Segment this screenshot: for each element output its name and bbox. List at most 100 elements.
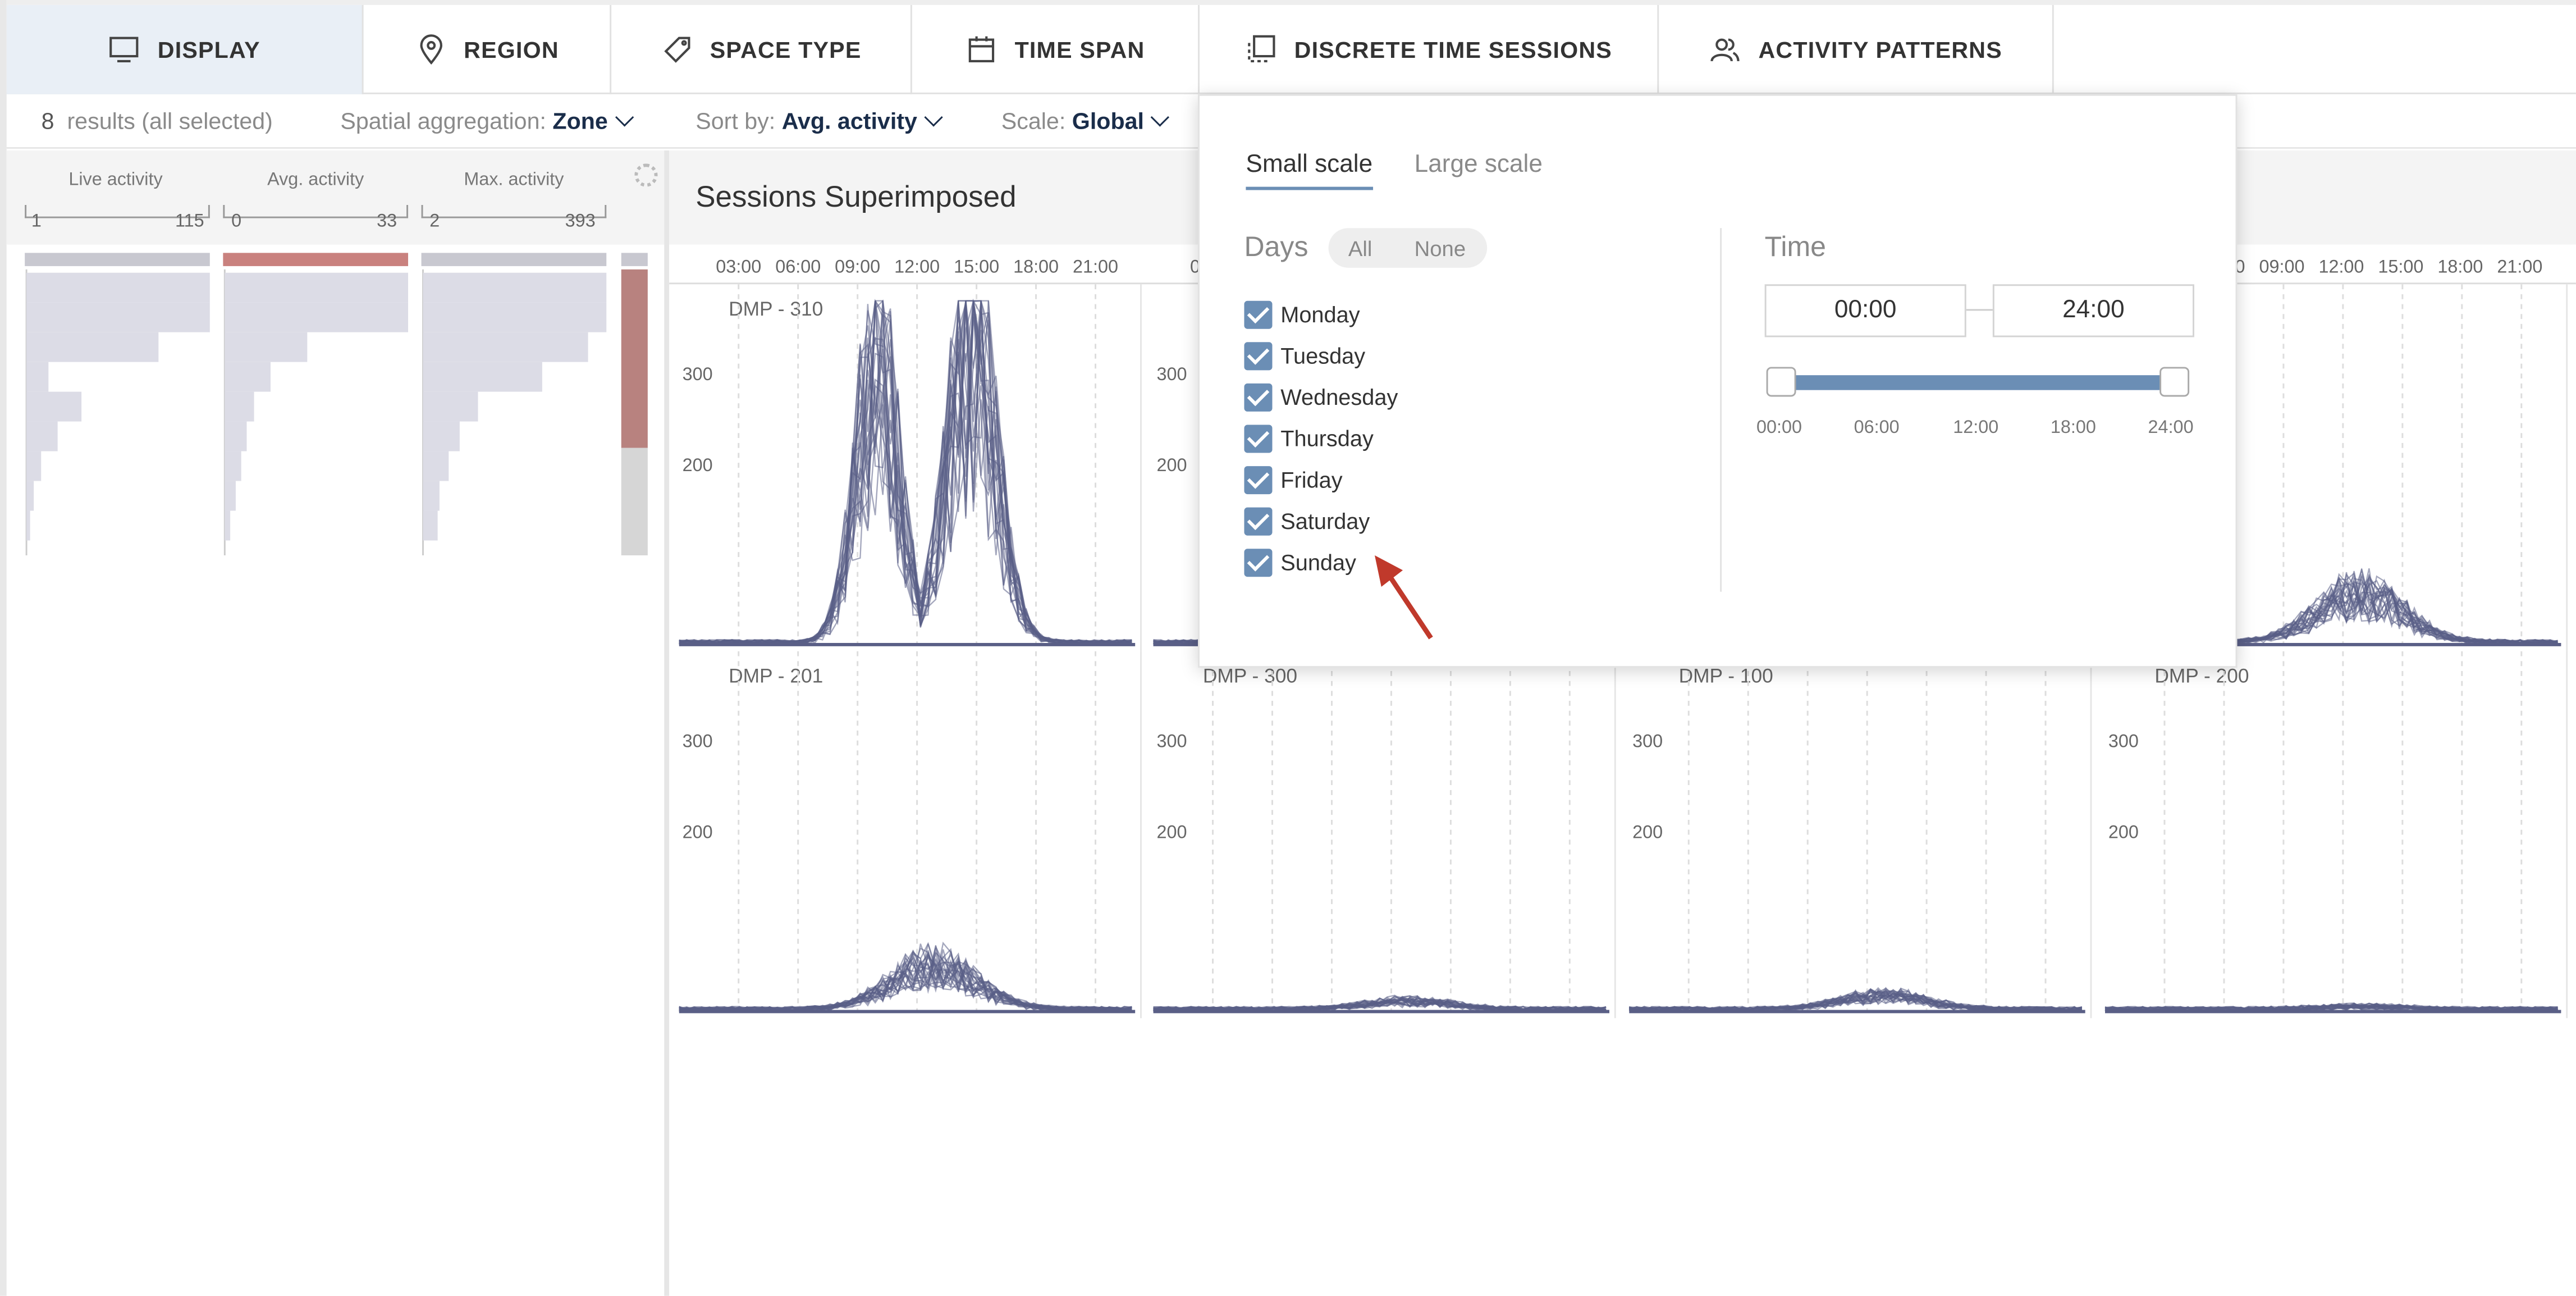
session-line bbox=[679, 299, 1132, 645]
session-line bbox=[679, 300, 1132, 646]
tab-time-span[interactable]: TIME SPAN bbox=[912, 4, 1200, 94]
spatial-aggregation-dropdown[interactable]: Spatial aggregation: Zone bbox=[340, 107, 634, 134]
tab-activity-patterns[interactable]: ACTIVITY PATTERNS bbox=[1659, 4, 2054, 94]
sort-value: Avg. activity bbox=[781, 107, 917, 134]
session-plot[interactable]: DMP - 100 300 200 bbox=[1619, 651, 2092, 1019]
scale-value: Global bbox=[1072, 107, 1145, 134]
checkbox-checked[interactable] bbox=[1244, 300, 1273, 329]
results-count: 8 bbox=[41, 107, 54, 134]
time-tick-label: 03:00 bbox=[716, 257, 761, 277]
ruler-max: 33 bbox=[377, 211, 397, 232]
tab-label: ACTIVITY PATTERNS bbox=[1758, 36, 2002, 63]
y-tick-label: 300 bbox=[683, 364, 713, 384]
spatial-value: Zone bbox=[552, 107, 608, 134]
time-tick-label: 09:00 bbox=[2259, 257, 2304, 277]
plot-canvas: 300 200 bbox=[679, 651, 1136, 1014]
y-tick-label: 300 bbox=[1156, 364, 1187, 384]
session-line bbox=[679, 300, 1132, 646]
checkbox-checked[interactable] bbox=[1244, 383, 1273, 412]
ruler-max: 393 bbox=[565, 211, 596, 232]
day-label: Thursday bbox=[1280, 426, 1374, 451]
y-tick-label: 200 bbox=[683, 822, 713, 842]
left-edge bbox=[0, 0, 7, 1296]
checkbox-checked[interactable] bbox=[1244, 466, 1273, 495]
day-checkbox-monday[interactable]: Monday bbox=[1244, 300, 1360, 329]
time-tick-label: 12:00 bbox=[2318, 257, 2364, 277]
tab-region[interactable]: REGION bbox=[364, 4, 612, 94]
column-title: Max. activity bbox=[464, 170, 564, 190]
day-checkbox-tuesday[interactable]: Tuesday bbox=[1244, 342, 1365, 371]
day-label: Sunday bbox=[1280, 550, 1357, 576]
plot-canvas: 300 200 bbox=[1153, 651, 1609, 1014]
ruler-min: 2 bbox=[429, 211, 440, 232]
select-all-button[interactable]: All bbox=[1348, 236, 1372, 261]
users-icon bbox=[1711, 38, 1740, 62]
histogram-bar bbox=[26, 272, 210, 303]
day-checkbox-saturday[interactable]: Saturday bbox=[1244, 507, 1370, 536]
day-checkbox-wednesday[interactable]: Wednesday bbox=[1244, 383, 1398, 412]
end-time-input[interactable]: 24:00 bbox=[1992, 284, 2194, 337]
slider-handle-start[interactable] bbox=[1766, 367, 1796, 397]
tab-discrete-time-sessions[interactable]: DISCRETE TIME SESSIONS bbox=[1200, 4, 1659, 94]
time-tick-label: 15:00 bbox=[954, 257, 999, 277]
ruler-max: 115 bbox=[175, 211, 204, 232]
start-time-input[interactable]: 00:00 bbox=[1764, 284, 1966, 337]
day-checkbox-thursday[interactable]: Thursday bbox=[1244, 425, 1374, 453]
histogram-bar bbox=[225, 332, 308, 362]
sort-by-dropdown[interactable]: Sort by: Avg. activity bbox=[696, 107, 944, 134]
session-plot[interactable]: DMP - 300 300 200 bbox=[1143, 651, 1616, 1019]
checkbox-checked[interactable] bbox=[1244, 549, 1273, 577]
time-tick-label: 18:00 bbox=[1013, 257, 1059, 277]
panel-divider[interactable] bbox=[664, 150, 670, 1296]
sort-label: Sort by: bbox=[696, 107, 776, 134]
y-tick-label: 300 bbox=[1632, 731, 1663, 751]
session-line bbox=[679, 959, 1132, 1012]
y-tick-label: 300 bbox=[683, 731, 713, 751]
gear-icon[interactable] bbox=[634, 163, 658, 187]
checkbox-checked[interactable] bbox=[1244, 342, 1273, 371]
checkbox-checked[interactable] bbox=[1244, 507, 1273, 536]
histogram-bar bbox=[26, 481, 34, 511]
tab-space-type[interactable]: SPACE TYPE bbox=[611, 4, 912, 94]
session-plot[interactable]: DMP - 201 300 200 bbox=[669, 651, 1142, 1019]
map-pin-icon bbox=[419, 34, 442, 65]
day-checkbox-friday[interactable]: Friday bbox=[1244, 466, 1343, 495]
histogram-bar bbox=[423, 391, 478, 422]
slider-tick: 00:00 bbox=[1756, 418, 1802, 439]
day-checkbox-sunday[interactable]: Sunday bbox=[1244, 549, 1356, 577]
scale-dropdown[interactable]: Scale: Global bbox=[1001, 107, 1170, 134]
checkbox-checked[interactable] bbox=[1244, 425, 1273, 453]
chevron-down-icon bbox=[924, 108, 944, 127]
tab-label: DISPLAY bbox=[157, 36, 260, 63]
histogram-bar bbox=[26, 332, 159, 362]
app-root: DISPLAY REGION SPACE TYPE TIME SPAN DISC… bbox=[0, 0, 2576, 1296]
results-text: results (all selected) bbox=[67, 107, 273, 134]
histogram-bar bbox=[225, 362, 271, 392]
tab-display[interactable]: DISPLAY bbox=[6, 4, 364, 94]
y-tick-label: 200 bbox=[1156, 822, 1187, 842]
time-range-slider-track[interactable] bbox=[1781, 375, 2175, 390]
histogram-bar bbox=[225, 272, 409, 303]
session-line bbox=[679, 300, 1132, 645]
range-separator bbox=[1966, 309, 1993, 311]
select-none-button[interactable]: None bbox=[1415, 236, 1466, 261]
tab-large-scale[interactable]: Large scale bbox=[1415, 150, 1543, 179]
session-plot[interactable]: DMP - 200 300 200 bbox=[2095, 651, 2568, 1019]
session-line bbox=[679, 300, 1132, 645]
session-plot[interactable]: DMP - 310 300 200 bbox=[669, 284, 1142, 651]
histogram-bar bbox=[423, 302, 607, 332]
tab-small-scale[interactable]: Small scale bbox=[1246, 150, 1373, 190]
slider-handle-end[interactable] bbox=[2159, 367, 2190, 397]
histogram-bar bbox=[225, 302, 409, 332]
session-line bbox=[679, 300, 1132, 645]
histogram-bar bbox=[423, 332, 588, 362]
session-line bbox=[679, 300, 1132, 645]
y-tick-label: 200 bbox=[683, 455, 713, 475]
histogram-bar bbox=[26, 510, 30, 541]
y-tick-label: 200 bbox=[2108, 822, 2139, 842]
session-line bbox=[679, 943, 1132, 1012]
session-line bbox=[679, 300, 1132, 646]
session-line bbox=[679, 300, 1132, 645]
sessions-title: Sessions Superimposed bbox=[696, 180, 1017, 213]
histogram-bar bbox=[423, 481, 440, 511]
